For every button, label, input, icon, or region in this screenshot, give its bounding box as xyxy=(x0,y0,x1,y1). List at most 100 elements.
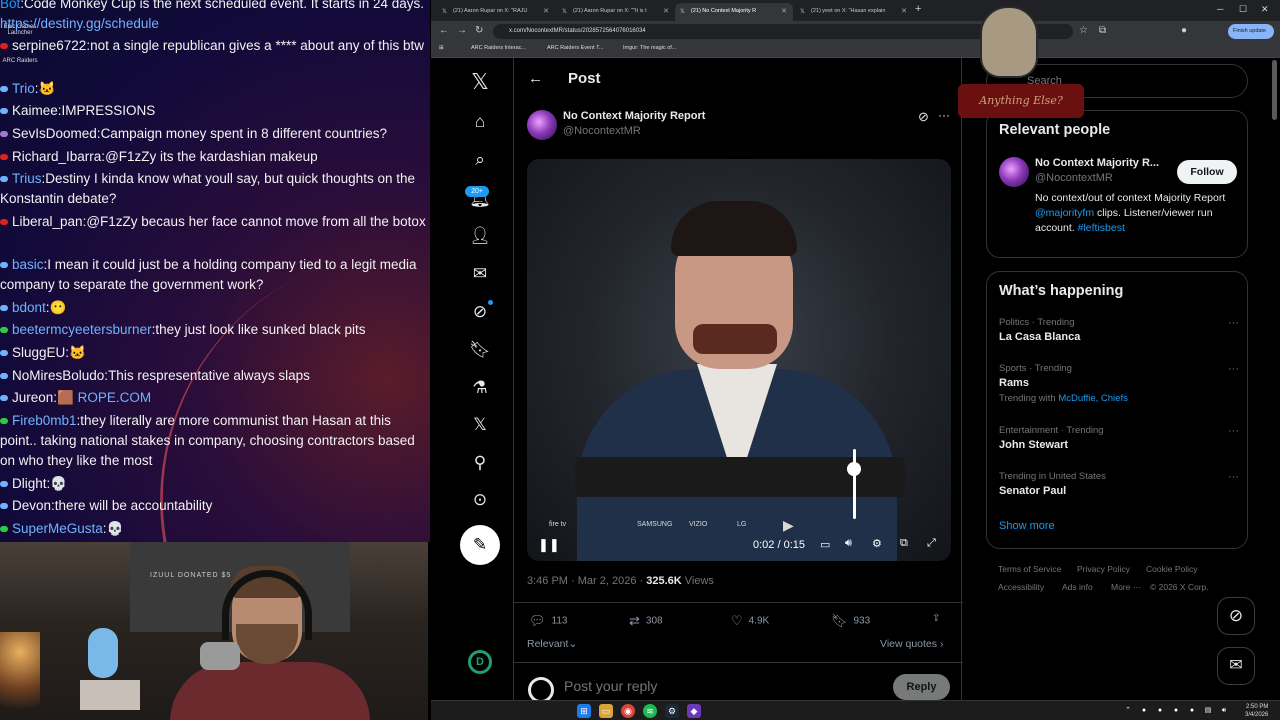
bio-mention-link[interactable]: @majorityfm xyxy=(1035,207,1094,219)
footer-link[interactable]: More ··· xyxy=(1111,582,1141,592)
scrollbar[interactable] xyxy=(1272,60,1277,120)
post-timestamp[interactable]: 3:46 PM · Mar 2, 2026 · xyxy=(527,575,646,587)
chat-username[interactable]: SevIsDoomed xyxy=(12,126,97,141)
messages-icon[interactable]: ✉ xyxy=(469,263,491,285)
steam-icon[interactable]: ⚙ xyxy=(665,704,679,718)
author-name[interactable]: No Context Majority Report xyxy=(563,110,705,122)
fullscreen-icon[interactable]: ⤢ xyxy=(927,537,936,550)
minimize-button[interactable]: ─ xyxy=(1217,4,1223,14)
volume-icon[interactable]: 🔊︎ xyxy=(845,537,852,550)
tray-icon[interactable]: ● xyxy=(1153,704,1167,718)
apps-icon[interactable]: ⊞ xyxy=(439,45,444,51)
chat-username[interactable]: Richard_Ibarra xyxy=(12,149,101,164)
close-window-button[interactable]: ✕ xyxy=(1261,4,1269,15)
footer-link[interactable]: Ads info xyxy=(1062,582,1093,592)
person-handle[interactable]: @NocontextMR xyxy=(1035,172,1113,184)
chat-username[interactable]: SluggEU xyxy=(12,345,65,360)
pip-icon[interactable]: ⧉ xyxy=(900,537,908,550)
grok-fab[interactable]: ⊘ xyxy=(1217,597,1255,635)
schedule-link[interactable]: https://destiny.gg/schedule xyxy=(0,16,159,31)
home-icon[interactable]: ⌂ xyxy=(469,111,491,133)
close-icon[interactable]: ✕ xyxy=(663,7,669,15)
captions-icon[interactable]: ▭ xyxy=(820,538,830,551)
trend-related-links[interactable]: McDuffie, Chiefs xyxy=(1058,393,1128,404)
bookmarks-icon[interactable]: 🔖︎ xyxy=(469,339,491,361)
chrome-icon[interactable]: ◉ xyxy=(621,704,635,718)
tray-icon[interactable]: ● xyxy=(1137,704,1151,718)
chat-username[interactable]: Bot xyxy=(0,0,20,11)
compose-post-button[interactable]: ✎ xyxy=(460,525,500,565)
view-quotes-link[interactable]: View quotes › xyxy=(880,638,943,650)
more-options-icon[interactable]: ··· xyxy=(1228,471,1239,483)
chat-username[interactable]: SuperMeGusta xyxy=(12,521,103,536)
footer-link[interactable]: Terms of Service xyxy=(998,564,1061,574)
chat-username[interactable]: Jureon xyxy=(12,390,53,405)
volume-slider[interactable] xyxy=(853,449,856,519)
grok-icon[interactable]: ⊘ xyxy=(469,301,491,323)
jobs-icon[interactable]: ⚗ xyxy=(469,377,491,399)
repost-action[interactable]: ⇄ 308 xyxy=(629,613,663,629)
tray-icon[interactable]: ⌃ xyxy=(1121,704,1135,718)
more-options-icon[interactable]: ··· xyxy=(938,108,950,122)
more-options-icon[interactable]: ··· xyxy=(1228,363,1239,375)
chat-username[interactable]: NoMiresBoludo xyxy=(12,368,104,383)
tray-icon[interactable]: ● xyxy=(1169,704,1183,718)
profile-icon[interactable]: ⚲ xyxy=(469,452,491,474)
spotify-icon[interactable]: ≋ xyxy=(643,704,657,718)
bookmark-item[interactable]: ARC Raiders Event T... xyxy=(547,45,603,51)
chat-username[interactable]: Dlight xyxy=(12,476,47,491)
maximize-button[interactable]: ☐ xyxy=(1239,4,1247,15)
chat-username[interactable]: Devon xyxy=(12,498,51,513)
bio-hashtag-link[interactable]: #leftisbest xyxy=(1078,222,1125,234)
like-action[interactable]: ♡ 4.9K xyxy=(731,613,769,629)
reply-action[interactable]: 💬︎ 113 xyxy=(529,613,567,629)
grok-icon[interactable]: ⊘ xyxy=(918,109,929,125)
close-icon[interactable]: ✕ xyxy=(781,7,787,15)
trend-item[interactable]: Entertainment · Trending John Stewart ··· xyxy=(999,425,1239,451)
search-icon[interactable]: ⌕ xyxy=(469,149,491,171)
x-logo-icon[interactable]: 𝕏 xyxy=(469,71,491,93)
chat-username[interactable]: basic xyxy=(12,257,44,272)
chat-username[interactable]: Kaimee xyxy=(12,103,58,118)
more-icon[interactable]: ⊙ xyxy=(469,489,491,511)
chat-username[interactable]: Trio xyxy=(12,81,35,96)
chat-username[interactable]: Fireb0mb1 xyxy=(12,413,77,428)
volume-knob[interactable] xyxy=(847,461,861,476)
messages-fab[interactable]: ✉ xyxy=(1217,647,1255,685)
trend-item[interactable]: Politics · Trending La Casa Blanca ··· xyxy=(999,317,1239,343)
back-icon[interactable]: ← xyxy=(439,25,449,36)
browser-tab[interactable]: 𝕏 (21) yeet on X: "Hasan explain ✕ xyxy=(795,3,913,21)
share-icon[interactable]: ⇪ xyxy=(932,613,940,624)
chat-username[interactable]: Liberal_pan xyxy=(12,214,83,229)
back-arrow-icon[interactable]: ← xyxy=(528,70,543,87)
clock[interactable]: 2:50 PM 3/4/2026 xyxy=(1245,703,1268,719)
profile-icon[interactable]: ● xyxy=(1181,25,1187,36)
reply-button[interactable]: Reply xyxy=(893,674,950,700)
more-options-icon[interactable]: ··· xyxy=(1228,317,1239,329)
file-explorer-icon[interactable]: ▭ xyxy=(599,704,613,718)
more-options-icon[interactable]: ··· xyxy=(1228,425,1239,437)
settings-gear-icon[interactable]: ⚙ xyxy=(872,537,882,550)
app-icon[interactable]: ◆ xyxy=(687,704,701,718)
person-name[interactable]: No Context Majority R... xyxy=(1035,157,1159,169)
extension-icon[interactable]: ⧉ xyxy=(1099,25,1106,36)
show-more-link[interactable]: Show more xyxy=(999,520,1055,532)
reload-icon[interactable]: ↻ xyxy=(475,25,483,36)
forward-icon[interactable]: → xyxy=(457,25,467,36)
author-handle[interactable]: @NocontextMR xyxy=(563,125,641,137)
footer-link[interactable]: Accessibility xyxy=(998,582,1044,592)
follow-icon[interactable]: 👤︎ xyxy=(469,225,491,247)
bookmark-item[interactable]: Imgur: The magic of... xyxy=(623,45,676,51)
footer-link[interactable]: Privacy Policy xyxy=(1077,564,1130,574)
extension-logo-icon[interactable]: D xyxy=(468,650,492,674)
browser-tab-active[interactable]: 𝕏 (21) No Context Majority R ✕ xyxy=(675,3,793,21)
pause-icon[interactable]: ❚❚ xyxy=(538,537,560,553)
bookmark-item[interactable]: ARC Raiders Interac... xyxy=(471,45,526,51)
footer-link[interactable]: Cookie Policy xyxy=(1146,564,1198,574)
person-avatar[interactable] xyxy=(999,157,1029,187)
trend-item[interactable]: Sports · Trending Rams Trending with McDuf… xyxy=(999,363,1239,404)
new-tab-button[interactable]: + xyxy=(915,3,921,15)
tray-icon[interactable]: ● xyxy=(1185,704,1199,718)
sort-replies-dropdown[interactable]: Relevant⌄ xyxy=(527,638,577,650)
finish-update-button[interactable]: Finish update xyxy=(1228,24,1274,39)
